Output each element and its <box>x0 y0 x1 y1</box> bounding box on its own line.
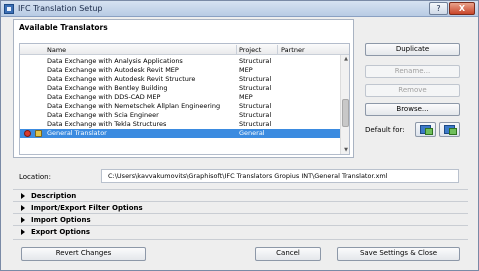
row-project: MEP <box>239 66 253 74</box>
scroll-down-icon[interactable]: ▼ <box>341 146 349 154</box>
row-project: Structural <box>239 75 272 83</box>
table-row[interactable]: Data Exchange with Tekla Structures Stru… <box>20 120 349 129</box>
row-name: Data Exchange with Nemetschek Allplan En… <box>47 102 221 110</box>
translation-setup-dialog: IFC Translation Setup ? X Available Tran… <box>0 0 479 271</box>
title-bar[interactable]: IFC Translation Setup ? X <box>1 1 478 17</box>
expand-arrow-icon <box>21 229 25 235</box>
location-field: C:\Users\kavvakumovits\Graphisoft\IFC Tr… <box>101 169 459 183</box>
app-icon <box>4 4 14 14</box>
translators-table[interactable]: Name Project Partner Data Exchange with … <box>19 43 350 155</box>
location-label: Location: <box>19 173 51 181</box>
group-title: Available Translators <box>19 23 108 32</box>
row-name: Data Exchange with Autodesk Revit MEP <box>47 66 179 74</box>
row-name: Data Exchange with Tekla Structures <box>47 120 167 128</box>
vertical-scrollbar[interactable]: ▲ ▼ <box>340 55 349 154</box>
table-row[interactable]: Data Exchange with Nemetschek Allplan En… <box>20 102 349 111</box>
remove-button[interactable]: Remove <box>365 84 460 97</box>
expand-arrow-icon <box>21 217 25 223</box>
default-export-button[interactable] <box>439 122 460 137</box>
section-label: Export Options <box>31 228 91 236</box>
table-row[interactable]: Data Exchange with Autodesk Revit MEP ME… <box>20 66 349 75</box>
table-row[interactable]: Data Exchange with Scia Engineer Structu… <box>20 111 349 120</box>
column-header-name[interactable]: Name <box>47 46 66 54</box>
section-description[interactable]: Description <box>13 189 468 201</box>
scroll-up-icon[interactable]: ▲ <box>341 55 349 64</box>
expand-arrow-icon <box>21 193 25 199</box>
scroll-thumb[interactable] <box>342 99 349 127</box>
browse-button[interactable]: Browse... <box>365 103 460 116</box>
row-project: Structural <box>239 84 272 92</box>
revert-changes-button[interactable]: Revert Changes <box>21 247 146 261</box>
arrow-icon <box>425 128 433 135</box>
divider <box>13 239 468 240</box>
column-header-partner[interactable]: Partner <box>281 46 305 54</box>
row-project: Structural <box>239 120 272 128</box>
table-row[interactable]: Data Exchange with Analysis Applications… <box>20 57 349 66</box>
row-project: Structural <box>239 57 272 65</box>
row-name: Data Exchange with Autodesk Revit Struct… <box>47 75 196 83</box>
row-name: Data Exchange with Bentley Building <box>47 84 168 92</box>
rename-button[interactable]: Rename... <box>365 65 460 78</box>
status-flag-icon <box>24 130 31 137</box>
section-filter-options[interactable]: Import/Export Filter Options <box>13 201 468 213</box>
row-name: Data Exchange with DDS-CAD MEP <box>47 93 161 101</box>
duplicate-button[interactable]: Duplicate <box>365 43 460 56</box>
cancel-button[interactable]: Cancel <box>255 247 321 261</box>
expand-arrow-icon <box>21 205 25 211</box>
section-export-options[interactable]: Export Options <box>13 225 468 237</box>
row-project: Structural <box>239 111 272 119</box>
save-settings-button[interactable]: Save Settings & Close <box>337 247 460 261</box>
help-button[interactable]: ? <box>429 2 448 15</box>
column-divider[interactable] <box>236 45 237 54</box>
default-import-button[interactable] <box>415 122 436 137</box>
row-project: MEP <box>239 93 253 101</box>
arrow-icon <box>449 128 457 135</box>
window-title: IFC Translation Setup <box>18 4 103 13</box>
table-row[interactable]: Data Exchange with Bentley Building Stru… <box>20 84 349 93</box>
row-project: General <box>239 129 265 137</box>
column-header-project[interactable]: Project <box>239 46 261 54</box>
table-row[interactable]: Data Exchange with DDS-CAD MEP MEP <box>20 93 349 102</box>
row-project: Structural <box>239 102 272 110</box>
row-name: Data Exchange with Analysis Applications <box>47 57 183 65</box>
table-header: Name Project Partner <box>20 44 349 55</box>
table-row-selected[interactable]: General Translator General <box>20 129 349 138</box>
column-divider[interactable] <box>277 45 278 54</box>
table-row[interactable]: Data Exchange with Autodesk Revit Struct… <box>20 75 349 84</box>
close-button[interactable]: X <box>449 2 475 15</box>
section-import-options[interactable]: Import Options <box>13 213 468 225</box>
row-name: General Translator <box>47 129 107 137</box>
lock-icon <box>35 130 42 137</box>
row-name: Data Exchange with Scia Engineer <box>47 111 159 119</box>
default-for-label: Default for: <box>365 126 405 134</box>
